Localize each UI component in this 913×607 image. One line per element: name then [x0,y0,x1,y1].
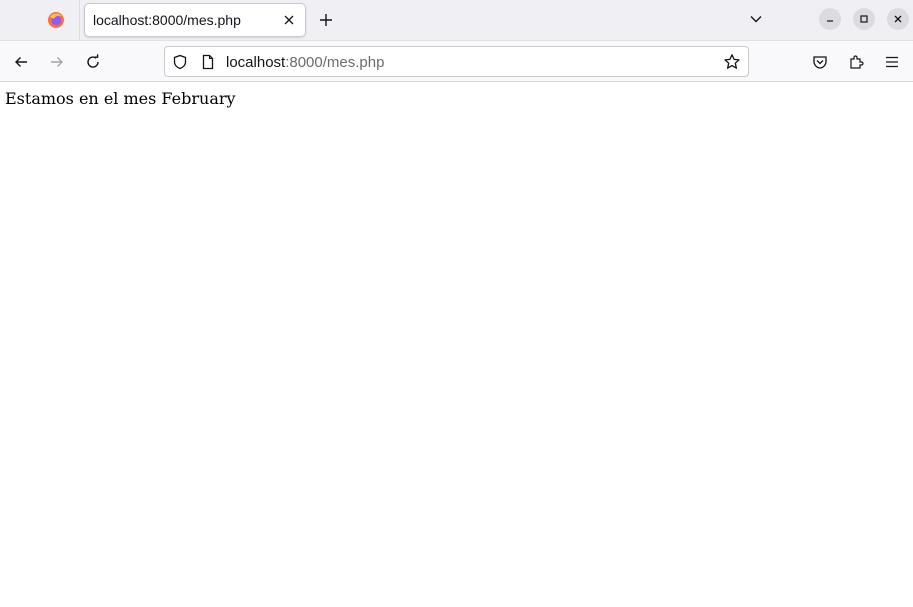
navigation-toolbar: localhost:8000/mes.php [0,40,913,82]
tab-strip-divider [79,0,80,40]
extensions-icon[interactable] [845,51,867,73]
chevron-down-icon[interactable] [746,9,766,29]
star-icon[interactable] [723,53,741,71]
pocket-icon[interactable] [809,51,831,73]
shield-icon[interactable] [172,54,188,70]
url-path: :8000/mes.php [285,54,385,71]
close-window-icon[interactable] [887,8,909,30]
url-bar[interactable]: localhost:8000/mes.php [164,46,749,77]
firefox-icon[interactable] [47,11,65,29]
forward-arrow-icon[interactable] [46,51,68,73]
maximize-icon[interactable] [853,8,875,30]
url-text[interactable]: localhost:8000/mes.php [226,54,384,71]
minimize-icon[interactable] [819,8,841,30]
page-icon[interactable] [200,54,216,70]
tab-strip: localhost:8000/mes.php [0,0,913,40]
plus-icon[interactable] [316,10,336,30]
tab-title: localhost:8000/mes.php [93,12,241,28]
page-body-text: Estamos en el mes February [5,89,236,108]
back-arrow-icon[interactable] [10,51,32,73]
page-content: Estamos en el mes February [0,83,913,607]
hamburger-menu-icon[interactable] [881,51,903,73]
url-host: localhost [226,54,286,71]
reload-icon[interactable] [82,51,104,73]
close-icon[interactable] [281,12,297,28]
tab-active[interactable]: localhost:8000/mes.php [84,3,306,37]
